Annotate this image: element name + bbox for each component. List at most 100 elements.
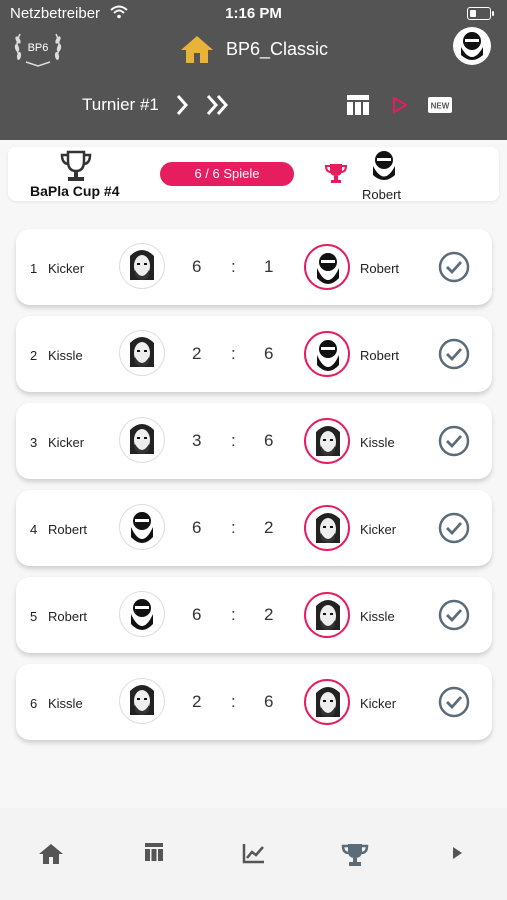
- score-separator: :: [231, 257, 236, 276]
- player-two-score: 6: [264, 344, 274, 363]
- check-icon[interactable]: [438, 686, 470, 718]
- table-icon[interactable]: [346, 94, 370, 116]
- match-row[interactable]: 2 Kissle 2: 6 Robert: [16, 316, 492, 392]
- app-title: BP6_Classic: [226, 38, 329, 59]
- player-one-name: Kicker: [48, 261, 85, 276]
- score-separator: :: [231, 605, 236, 624]
- app-logo: BP6: [14, 33, 62, 67]
- tournament-row: Turnier #1: [82, 94, 231, 116]
- winner-avatar: [373, 151, 395, 180]
- match-number: 6: [30, 696, 38, 711]
- games-progress-pill: 6 / 6 Spiele: [160, 162, 294, 186]
- header-actions: NEW: [346, 94, 452, 116]
- nav-play-icon[interactable]: [450, 846, 464, 860]
- check-icon[interactable]: [438, 338, 470, 370]
- score-separator: :: [231, 518, 236, 537]
- player-two-name: Robert: [360, 261, 400, 276]
- player-two-avatar: [304, 679, 350, 725]
- player-face-icon: [316, 687, 340, 717]
- nav-chart-icon[interactable]: [242, 842, 266, 864]
- player-two-name: Kissle: [360, 609, 395, 624]
- match-row[interactable]: 6 Kissle 2: 6 Kicker: [16, 664, 492, 740]
- player-two-avatar: [304, 505, 350, 551]
- match-number: 1: [30, 261, 38, 276]
- check-icon[interactable]: [438, 512, 470, 544]
- bottom-nav: [0, 808, 507, 900]
- match-number: 2: [30, 348, 38, 363]
- match-row[interactable]: 3 Kicker 3: 6 Kissle: [16, 403, 492, 479]
- cup-summary: BaPla Cup #4 6 / 6 Spiele Robert: [8, 147, 499, 202]
- player-one-score: 6: [192, 605, 202, 624]
- player-one-name: Kissle: [48, 696, 83, 711]
- score-separator: :: [231, 431, 236, 450]
- title-row: BP6_Classic: [180, 32, 328, 66]
- chevron-right-icon[interactable]: [175, 94, 189, 116]
- player-two-avatar: [304, 418, 350, 464]
- winner-trophy-icon: [324, 164, 348, 183]
- player-two-score: 2: [264, 605, 274, 624]
- status-bar: Netzbetreiber 1:16 PM: [10, 5, 497, 25]
- player-two-score: 6: [264, 431, 274, 450]
- player-one-avatar: [120, 679, 164, 723]
- player-two-score: 2: [264, 518, 274, 537]
- nav-trophy-icon[interactable]: [341, 842, 369, 868]
- player-two-name: Kicker: [360, 696, 397, 711]
- player-one-avatar: [120, 331, 164, 375]
- tournament-label: Turnier #1: [82, 95, 159, 114]
- player-two-avatar: [304, 244, 350, 290]
- player-one-score: 6: [192, 518, 202, 537]
- check-icon[interactable]: [438, 425, 470, 457]
- match-number: 3: [30, 435, 38, 450]
- player-two-score: 6: [264, 692, 274, 711]
- player-one-name: Kissle: [48, 348, 83, 363]
- check-icon[interactable]: [438, 599, 470, 631]
- home-icon[interactable]: [180, 34, 214, 64]
- nav-home-icon[interactable]: [38, 842, 64, 866]
- player-face-icon: [130, 250, 154, 280]
- avatar-face-icon: [461, 32, 483, 60]
- player-face-icon: [317, 253, 339, 284]
- player-one-score: 6: [192, 257, 202, 276]
- double-chevron-icon[interactable]: [205, 94, 231, 116]
- player-face-icon: [130, 424, 154, 454]
- cup-name: BaPla Cup #4: [30, 183, 120, 199]
- player-two-avatar: [304, 592, 350, 638]
- match-number: 4: [30, 522, 38, 537]
- player-two-name: Kicker: [360, 522, 397, 537]
- player-face-icon: [316, 426, 340, 456]
- match-row[interactable]: 1 Kicker 6: 1 Robert: [16, 229, 492, 305]
- battery-icon: [467, 7, 494, 20]
- player-one-avatar: [120, 592, 164, 636]
- player-one-avatar: [120, 505, 164, 549]
- profile-avatar[interactable]: [453, 27, 491, 65]
- player-one-score: 2: [192, 344, 202, 363]
- player-one-avatar: [120, 244, 164, 288]
- player-two-avatar: [304, 331, 350, 377]
- player-face-icon: [130, 685, 154, 715]
- player-one-name: Robert: [48, 522, 88, 537]
- player-one-score: 2: [192, 692, 202, 711]
- nav-table-icon[interactable]: [144, 842, 164, 862]
- player-two-name: Robert: [360, 348, 400, 363]
- score-separator: :: [231, 344, 236, 363]
- player-face-icon: [317, 340, 339, 371]
- play-icon[interactable]: [390, 96, 408, 114]
- trophy-icon: [60, 150, 92, 181]
- player-face-icon: [131, 512, 153, 543]
- logo-text: BP6: [28, 42, 49, 54]
- player-one-score: 3: [192, 431, 202, 450]
- app-header: Netzbetreiber 1:16 PM BP6 BP6_Classic Tu…: [0, 0, 507, 140]
- player-one-name: Robert: [48, 609, 88, 624]
- new-icon[interactable]: NEW: [428, 97, 452, 113]
- player-face-icon: [316, 600, 340, 630]
- player-face-icon: [130, 337, 154, 367]
- score-separator: :: [231, 692, 236, 711]
- winner-name: Robert: [362, 187, 402, 202]
- svg-text:NEW: NEW: [431, 102, 450, 111]
- match-row[interactable]: 4 Robert 6: 2 Kicker: [16, 490, 492, 566]
- player-face-icon: [131, 599, 153, 630]
- player-two-name: Kissle: [360, 435, 395, 450]
- match-row[interactable]: 5 Robert 6: 2 Kissle: [16, 577, 492, 653]
- player-two-score: 1: [264, 257, 274, 276]
- check-icon[interactable]: [438, 251, 470, 283]
